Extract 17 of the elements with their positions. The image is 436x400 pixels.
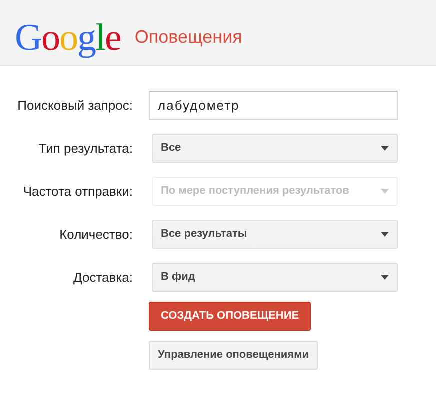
caret-icon — [381, 275, 389, 280]
logo: Google — [15, 18, 121, 56]
field-label: Количество: — [58, 226, 134, 244]
caret-icon — [381, 232, 389, 237]
dropdown[interactable]: В фид — [152, 263, 398, 292]
search-query-field[interactable]: лабудометр — [149, 91, 398, 120]
dropdown[interactable]: Все результаты — [152, 220, 398, 249]
field-label: Поисковый запрос: — [16, 96, 134, 115]
field-label: Тип результата: — [38, 140, 134, 158]
field-label: Доставка: — [72, 268, 134, 287]
manage-alerts-button[interactable]: Управление оповещениями — [149, 341, 318, 370]
caret-icon — [381, 146, 389, 151]
page-title: Оповещения — [134, 26, 242, 49]
field-label: Частота отправки: — [22, 182, 134, 201]
caret-icon — [381, 189, 389, 194]
create-alert-button[interactable]: СОЗДАТЬ ОПОВЕЩЕНИЕ — [149, 302, 312, 331]
dropdown[interactable]: Все — [152, 134, 398, 163]
